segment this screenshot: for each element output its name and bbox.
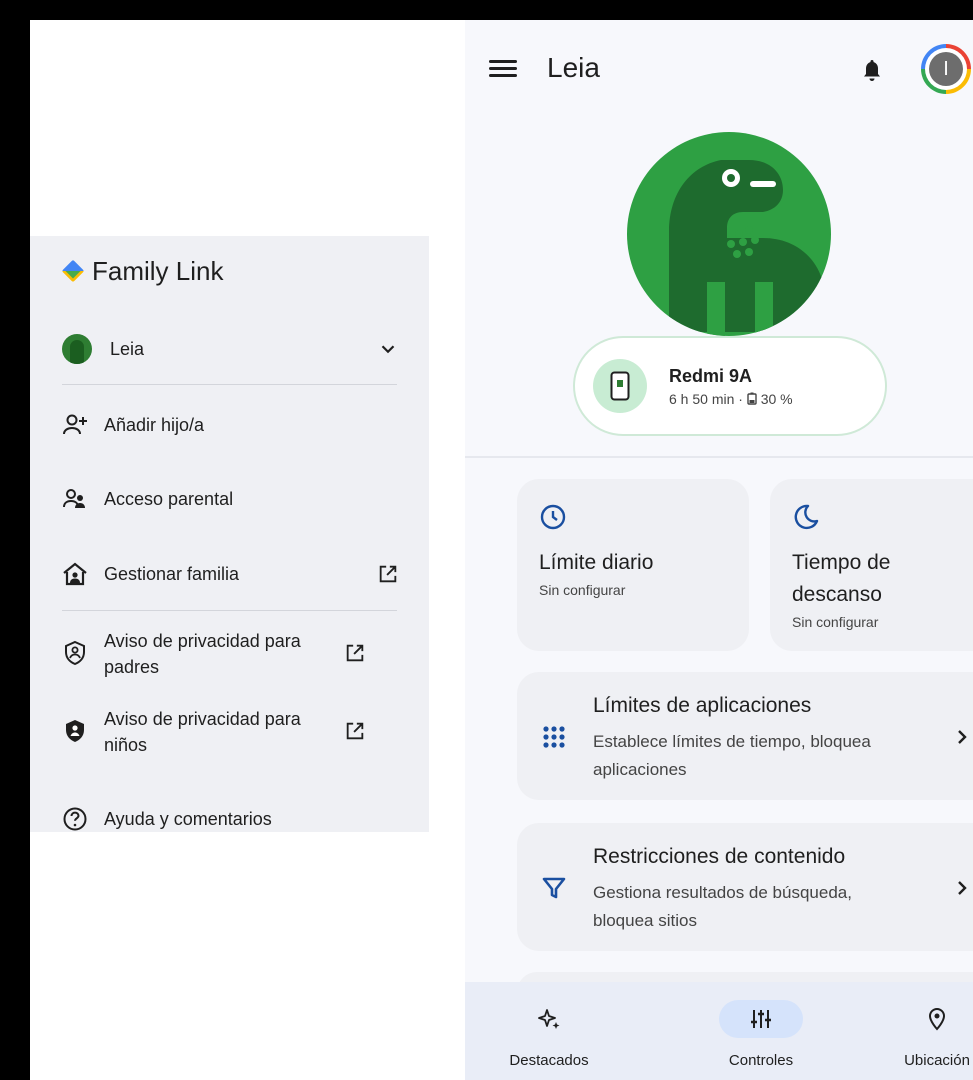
page-title: Leia (547, 52, 600, 83)
drawer-item-label: Añadir hijo/a (104, 415, 205, 435)
nav-controls[interactable]: Controles (701, 1000, 821, 1069)
card-title: Restricciones de contenido (593, 845, 846, 868)
device-usage-info: 6 h 50 min · 30 % (669, 390, 793, 407)
drawer-item-label: Gestionar familia (104, 564, 240, 584)
open-in-new-icon (346, 644, 364, 662)
child-selector[interactable]: Leia (62, 334, 399, 364)
drawer-item-label: Aviso de privacidad para niños (104, 709, 301, 755)
open-in-new-icon (346, 722, 364, 740)
navigation-drawer: Family Link Leia Añadir hijo/a Acceso pa… (30, 236, 429, 832)
account-avatar[interactable]: I (921, 44, 971, 94)
battery-icon (747, 392, 757, 405)
card-title: Límite diario (539, 551, 654, 574)
device-name: Redmi 9A (669, 365, 753, 386)
family-link-logo-icon (62, 260, 86, 284)
apps-grid-icon (543, 726, 565, 748)
chevron-down-icon[interactable] (377, 338, 399, 360)
drawer-item-label: Ayuda y comentarios (104, 809, 272, 829)
drawer-item-add-child[interactable]: Añadir hijo/a (62, 412, 399, 438)
clock-icon (540, 504, 566, 530)
shield-person-icon (62, 640, 88, 666)
device-card[interactable]: Redmi 9A 6 h 50 min · 30 % (573, 336, 887, 436)
shield-child-icon (62, 718, 88, 744)
filter-icon (542, 877, 566, 899)
app-name: Family Link (92, 256, 224, 286)
card-description: Gestiona resultados de búsqueda, bloquea… (593, 883, 852, 930)
nav-location[interactable]: Ubicación (877, 1000, 973, 1069)
section-divider (465, 456, 973, 458)
moon-icon (794, 504, 819, 530)
drawer-item-manage-family[interactable]: Gestionar familia (62, 561, 399, 587)
account-initial: I (929, 52, 963, 86)
device-battery-level: 30 % (760, 390, 793, 407)
drawer-divider (62, 610, 397, 611)
child-avatar (62, 334, 92, 364)
drawer-divider (62, 384, 397, 385)
child-name: Leia (110, 339, 145, 359)
card-description: Establece límites de tiempo, bloquea apl… (593, 732, 871, 779)
nav-label: Controles (728, 1052, 794, 1069)
location-pin-icon (895, 1000, 973, 1038)
nav-label: Ubicación (904, 1052, 970, 1069)
supervisor-account-icon (62, 486, 88, 512)
child-dashboard: Leia I Redmi 9A 6 h 50 min · 30 % Límite… (465, 20, 973, 1080)
daily-limit-card[interactable]: Límite diario Sin configurar (517, 479, 749, 651)
top-app-bar: Leia I (465, 44, 973, 94)
chevron-right-icon (958, 730, 967, 744)
card-title: Límites de aplicaciones (593, 694, 812, 717)
card-status: Sin configurar (792, 614, 879, 630)
menu-icon[interactable] (489, 56, 517, 82)
app-limits-card[interactable]: Límites de aplicaciones Establece límite… (517, 672, 973, 800)
screen-frame: Family Link Leia Añadir hijo/a Acceso pa… (30, 20, 973, 1080)
device-usage-time: 6 h 50 min (669, 390, 735, 407)
smartphone-icon (593, 359, 647, 413)
tune-sliders-icon (719, 1000, 803, 1038)
content-restrictions-card[interactable]: Restricciones de contenido Gestiona resu… (517, 823, 973, 951)
nav-highlights[interactable]: Destacados (489, 1000, 609, 1069)
drawer-item-help[interactable]: Ayuda y comentarios (62, 806, 399, 832)
drawer-item-privacy-parents[interactable]: Aviso de privacidad para padres (62, 628, 399, 680)
bottom-navigation: Destacados Controles Ubicación (465, 982, 973, 1080)
family-home-icon (62, 561, 88, 587)
nav-label: Destacados (509, 1052, 589, 1069)
open-in-new-icon (379, 565, 397, 583)
notifications-bell-icon[interactable] (861, 58, 883, 82)
chevron-right-icon (958, 881, 967, 895)
card-status: Sin configurar (539, 582, 626, 598)
child-avatar-dinosaur (627, 132, 831, 336)
downtime-card[interactable]: Tiempo de descanso Sin configurar (770, 479, 973, 651)
help-icon (62, 806, 88, 832)
card-title: Tiempo de descanso (792, 551, 891, 606)
person-add-icon (62, 412, 88, 438)
drawer-item-privacy-kids[interactable]: Aviso de privacidad para niños (62, 706, 399, 758)
drawer-header: Family Link (62, 256, 223, 287)
drawer-item-label: Acceso parental (104, 489, 234, 509)
sparkle-icon (507, 1000, 591, 1038)
drawer-item-parental-access[interactable]: Acceso parental (62, 486, 399, 512)
drawer-item-label: Aviso de privacidad para padres (104, 631, 301, 677)
